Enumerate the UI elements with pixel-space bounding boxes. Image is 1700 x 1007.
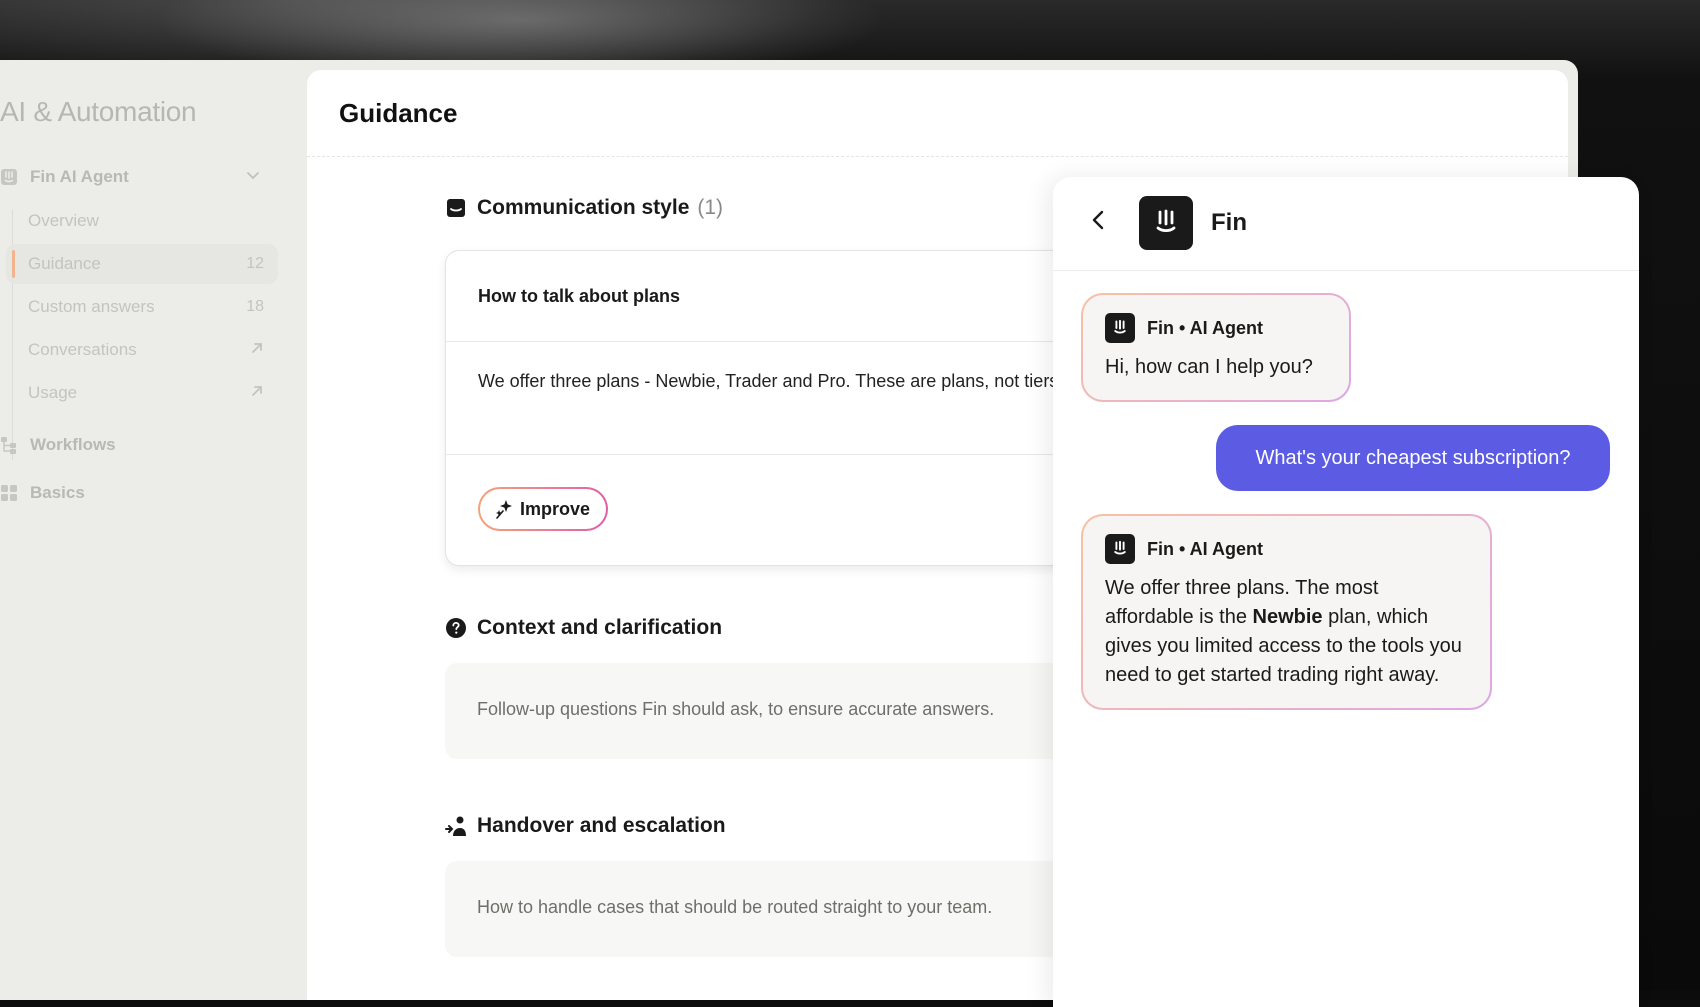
message-sender: Fin • AI Agent — [1105, 534, 1468, 564]
message-text: We offer three plans. The most affordabl… — [1105, 574, 1468, 690]
improve-button[interactable]: Improve — [478, 487, 608, 531]
sidebar-item-count: 12 — [246, 255, 264, 272]
back-button[interactable] — [1083, 207, 1113, 237]
sidebar-item-label: Usage — [28, 383, 78, 402]
sidebar-item-custom-answers[interactable]: Custom answers 18 — [28, 287, 278, 327]
section-title: Handover and escalation — [477, 814, 726, 837]
sidebar-item-usage[interactable]: Usage — [28, 373, 278, 413]
message-sender: Fin • AI Agent — [1105, 313, 1327, 343]
section-handover-escalation: Handover and escalation — [445, 814, 726, 838]
main-header: Guidance — [307, 70, 1568, 157]
section-title: Context and clarification — [477, 616, 723, 639]
message-text: Hi, how can I help you? — [1105, 356, 1313, 378]
active-indicator — [12, 250, 15, 278]
section-context-clarification: Context and clarification — [445, 616, 722, 640]
fin-icon — [0, 168, 18, 186]
section-communication-style: Communication style (1) — [445, 196, 723, 220]
workflow-icon — [0, 436, 18, 454]
handover-person-icon — [445, 815, 467, 837]
sidebar-item-basics[interactable]: Basics — [0, 473, 85, 513]
message-icon — [445, 197, 467, 219]
sidebar-item-label: Custom answers — [28, 297, 155, 316]
sidebar-item-guidance[interactable]: Guidance 12 — [6, 244, 278, 284]
sender-label: Fin • AI Agent — [1147, 317, 1263, 338]
question-circle-icon — [445, 617, 467, 639]
section-title: Communication style — [477, 196, 690, 219]
sidebar-item-label: Overview — [28, 211, 99, 230]
fin-logo-icon — [1105, 313, 1135, 343]
user-message: What's your cheapest subscription? — [1216, 425, 1610, 491]
card-title: How to talk about plans — [478, 286, 681, 306]
fin-logo-icon — [1156, 209, 1176, 233]
sparkle-icon — [494, 499, 514, 519]
sidebar-item-label: Fin AI Agent — [30, 167, 129, 186]
sidebar-title: AI & Automation — [0, 96, 197, 127]
sidebar-item-count: 18 — [246, 298, 264, 315]
sidebar-item-label: Basics — [30, 483, 85, 502]
sidebar-item-label: Guidance — [28, 254, 101, 273]
chat-title: Fin — [1211, 209, 1247, 236]
grid-icon — [0, 484, 18, 502]
placeholder-text: How to handle cases that should be route… — [477, 897, 993, 917]
chat-header: Fin — [1053, 177, 1639, 271]
sidebar-item-conversations[interactable]: Conversations — [28, 330, 278, 370]
sender-label: Fin • AI Agent — [1147, 538, 1263, 559]
sidebar: AI & Automation Fin AI Agent Overview Gu… — [0, 60, 300, 990]
fin-message-greeting: Fin • AI Agent Hi, how can I help you? — [1081, 293, 1351, 402]
placeholder-text: Follow-up questions Fin should ask, to e… — [477, 699, 995, 719]
fin-message-reply: Fin • AI Agent We offer three plans. The… — [1081, 514, 1492, 710]
chat-panel: Fin Fin • AI Agent Hi, how can I help yo… — [1053, 177, 1639, 1007]
sidebar-item-workflows[interactable]: Workflows — [0, 425, 116, 465]
external-link-icon — [250, 341, 264, 360]
fin-logo-icon — [1105, 534, 1135, 564]
sidebar-item-label: Conversations — [28, 340, 137, 359]
section-count: (1) — [697, 196, 724, 219]
external-link-icon — [250, 384, 264, 403]
fin-avatar — [1139, 196, 1193, 250]
sidebar-item-overview[interactable]: Overview — [28, 201, 278, 241]
reply-plan-name: Newbie — [1252, 606, 1323, 628]
chevron-left-icon — [1090, 209, 1106, 236]
improve-label: Improve — [520, 498, 591, 519]
chevron-down-icon[interactable] — [246, 168, 278, 187]
page-title: Guidance — [339, 98, 458, 128]
sidebar-item-fin-ai-agent[interactable]: Fin AI Agent — [0, 157, 129, 197]
sidebar-item-label: Workflows — [30, 435, 116, 454]
